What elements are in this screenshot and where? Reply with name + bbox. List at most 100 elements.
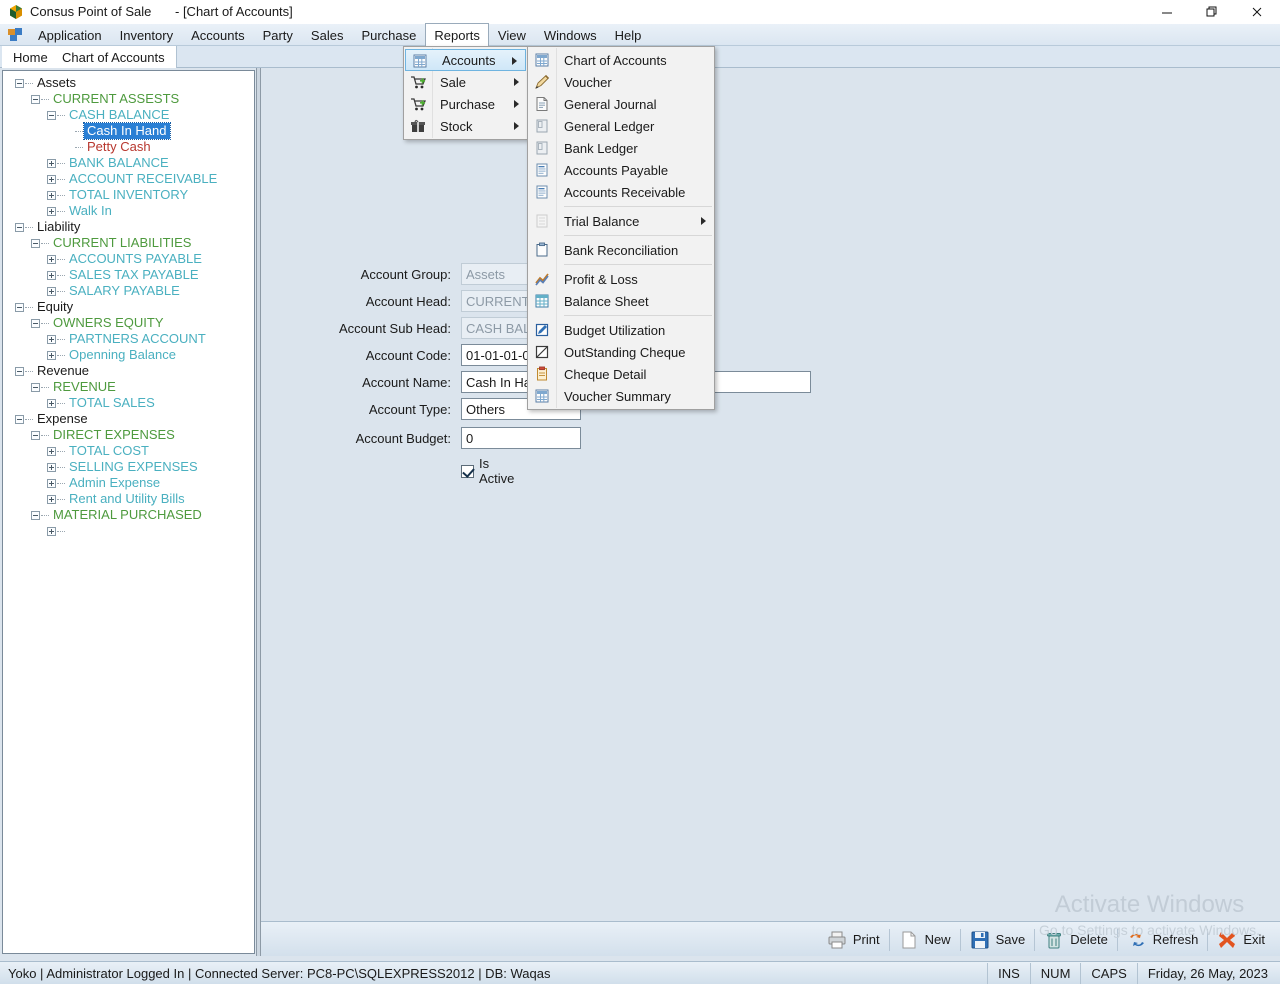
tree-node[interactable]: PARTNERS ACCOUNT [3, 331, 254, 347]
tree-node[interactable]: Equity [3, 299, 254, 315]
expand-icon[interactable] [47, 254, 56, 264]
accounts-submenu-item-bank-reconciliation[interactable]: Bank Reconciliation [528, 239, 714, 261]
expand-icon[interactable] [47, 334, 56, 344]
expand-icon[interactable] [47, 286, 56, 296]
check-icon[interactable] [461, 464, 474, 478]
collapse-icon[interactable] [31, 94, 40, 104]
accounts-submenu-item-chart-of-accounts[interactable]: Chart of Accounts [528, 49, 714, 71]
accounts-submenu-item-bank-ledger[interactable]: Bank Ledger [528, 137, 714, 159]
collapse-icon[interactable] [31, 238, 40, 248]
expand-icon[interactable] [47, 270, 56, 280]
tree-node[interactable]: Cash In Hand [3, 122, 254, 140]
tree-node[interactable]: Admin Expense [3, 475, 254, 491]
collapse-icon[interactable] [31, 382, 40, 392]
collapse-icon[interactable] [15, 366, 24, 376]
accounts-submenu-item-profit-loss[interactable]: Profit & Loss [528, 268, 714, 290]
expand-icon[interactable] [47, 350, 56, 360]
expand-icon[interactable] [47, 398, 56, 408]
reports-menu-item-purchase[interactable]: Purchase [404, 93, 527, 115]
save-button[interactable]: Save [961, 927, 1035, 953]
expand-icon[interactable] [47, 206, 56, 216]
tree-node[interactable]: Expense [3, 411, 254, 427]
tree-node[interactable]: Rent and Utility Bills [3, 491, 254, 507]
collapse-icon[interactable] [15, 78, 24, 88]
window-restore-button[interactable] [1189, 0, 1234, 24]
tree-node[interactable]: SALARY PAYABLE [3, 283, 254, 299]
collapse-icon[interactable] [15, 222, 24, 232]
accounts-submenu-item-budget-utilization[interactable]: Budget Utilization [528, 319, 714, 341]
tree-node[interactable]: DIRECT EXPENSES [3, 427, 254, 443]
accounts-submenu-item-general-ledger[interactable]: General Ledger [528, 115, 714, 137]
tree-node[interactable]: TOTAL INVENTORY [3, 187, 254, 203]
menu-application[interactable]: Application [29, 24, 111, 46]
tree-node[interactable]: Revenue [3, 363, 254, 379]
window-minimize-button[interactable] [1144, 0, 1189, 24]
expand-icon[interactable] [47, 190, 56, 200]
tree-node[interactable]: TOTAL SALES [3, 395, 254, 411]
accounts-submenu-item-voucher[interactable]: Voucher [528, 71, 714, 93]
expand-icon[interactable] [47, 526, 56, 536]
field-account-budget[interactable]: 0 [461, 427, 581, 449]
collapse-icon[interactable] [31, 430, 40, 440]
account-tree-panel[interactable]: Assets CURRENT ASSESTS CASH BALANCE Cash In… [2, 70, 255, 954]
print-button[interactable]: Print [818, 927, 889, 953]
menu-reports[interactable]: Reports [425, 23, 489, 46]
menu-inventory[interactable]: Inventory [111, 24, 182, 46]
tree-node[interactable]: OWNERS EQUITY [3, 315, 254, 331]
expand-icon[interactable] [47, 462, 56, 472]
menu-party[interactable]: Party [254, 24, 302, 46]
tree-node[interactable]: CURRENT ASSESTS [3, 91, 254, 107]
accounts-submenu-item-voucher-summary[interactable]: Voucher Summary [528, 385, 714, 407]
expand-icon[interactable] [47, 446, 56, 456]
accounts-submenu-item-cheque-detail[interactable]: Cheque Detail [528, 363, 714, 385]
accounts-submenu-item-outstanding-cheque[interactable]: OutStanding Cheque [528, 341, 714, 363]
collapse-icon[interactable] [15, 302, 24, 312]
refresh-button[interactable]: Refresh [1118, 927, 1208, 953]
collapse-icon[interactable] [47, 110, 56, 120]
tree-node[interactable]: Walk In [3, 203, 254, 219]
window-close-button[interactable] [1234, 0, 1279, 24]
expand-icon[interactable] [47, 174, 56, 184]
expand-icon[interactable] [47, 494, 56, 504]
tree-node[interactable]: BANK BALANCE [3, 155, 254, 171]
tree-node[interactable]: Openning Balance [3, 347, 254, 363]
reports-menu-item-sale[interactable]: Sale [404, 71, 527, 93]
collapse-icon[interactable] [15, 414, 24, 424]
tree-node[interactable]: CURRENT LIABILITIES [3, 235, 254, 251]
tree-node[interactable]: ACCOUNT RECEIVABLE [3, 171, 254, 187]
expand-icon[interactable] [47, 478, 56, 488]
delete-button[interactable]: Delete [1035, 927, 1117, 953]
tree-node[interactable]: ACCOUNTS PAYABLE [3, 251, 254, 267]
menu-windows[interactable]: Windows [535, 24, 606, 46]
menu-help[interactable]: Help [606, 24, 651, 46]
tree-node[interactable]: MATERIAL PURCHASED [3, 507, 254, 523]
accounts-submenu-item-accounts-payable[interactable]: Accounts Payable [528, 159, 714, 181]
is-active-checkbox-row[interactable]: Is Active [461, 456, 514, 486]
accounts-submenu-item-trial-balance[interactable]: Trial Balance [528, 210, 714, 232]
expand-icon[interactable] [47, 158, 56, 168]
tree-node[interactable]: TOTAL COST [3, 443, 254, 459]
tree-node[interactable]: SALES TAX PAYABLE [3, 267, 254, 283]
tree-node[interactable] [3, 523, 254, 539]
collapse-icon[interactable] [31, 318, 40, 328]
menu-accounts[interactable]: Accounts [182, 24, 253, 46]
new-button[interactable]: New [890, 927, 960, 953]
tree-node[interactable]: Petty Cash [3, 139, 254, 155]
menu-sales[interactable]: Sales [302, 24, 353, 46]
reports-menu-item-accounts[interactable]: Accounts [405, 49, 526, 71]
reports-menu-item-stock[interactable]: Stock [404, 115, 527, 137]
collapse-icon[interactable] [31, 510, 40, 520]
tree-node[interactable]: SELLING EXPENSES [3, 459, 254, 475]
accounts-submenu-item-accounts-receivable[interactable]: Accounts Receivable [528, 181, 714, 203]
accounts-submenu-item-general-journal[interactable]: General Journal [528, 93, 714, 115]
accounts-submenu-item-balance-sheet[interactable]: Balance Sheet [528, 290, 714, 312]
menu-purchase[interactable]: Purchase [352, 24, 425, 46]
tab-chart-of-accounts[interactable]: Chart of Accounts [50, 46, 177, 68]
tree-node[interactable]: Assets [3, 75, 254, 91]
tree-node[interactable]: REVENUE [3, 379, 254, 395]
account-name-extension-field[interactable] [713, 371, 811, 393]
tree-node[interactable]: Liability [3, 219, 254, 235]
menu-view[interactable]: View [489, 24, 535, 46]
system-menu-icon[interactable] [8, 28, 23, 42]
exit-button[interactable]: Exit [1208, 927, 1274, 953]
